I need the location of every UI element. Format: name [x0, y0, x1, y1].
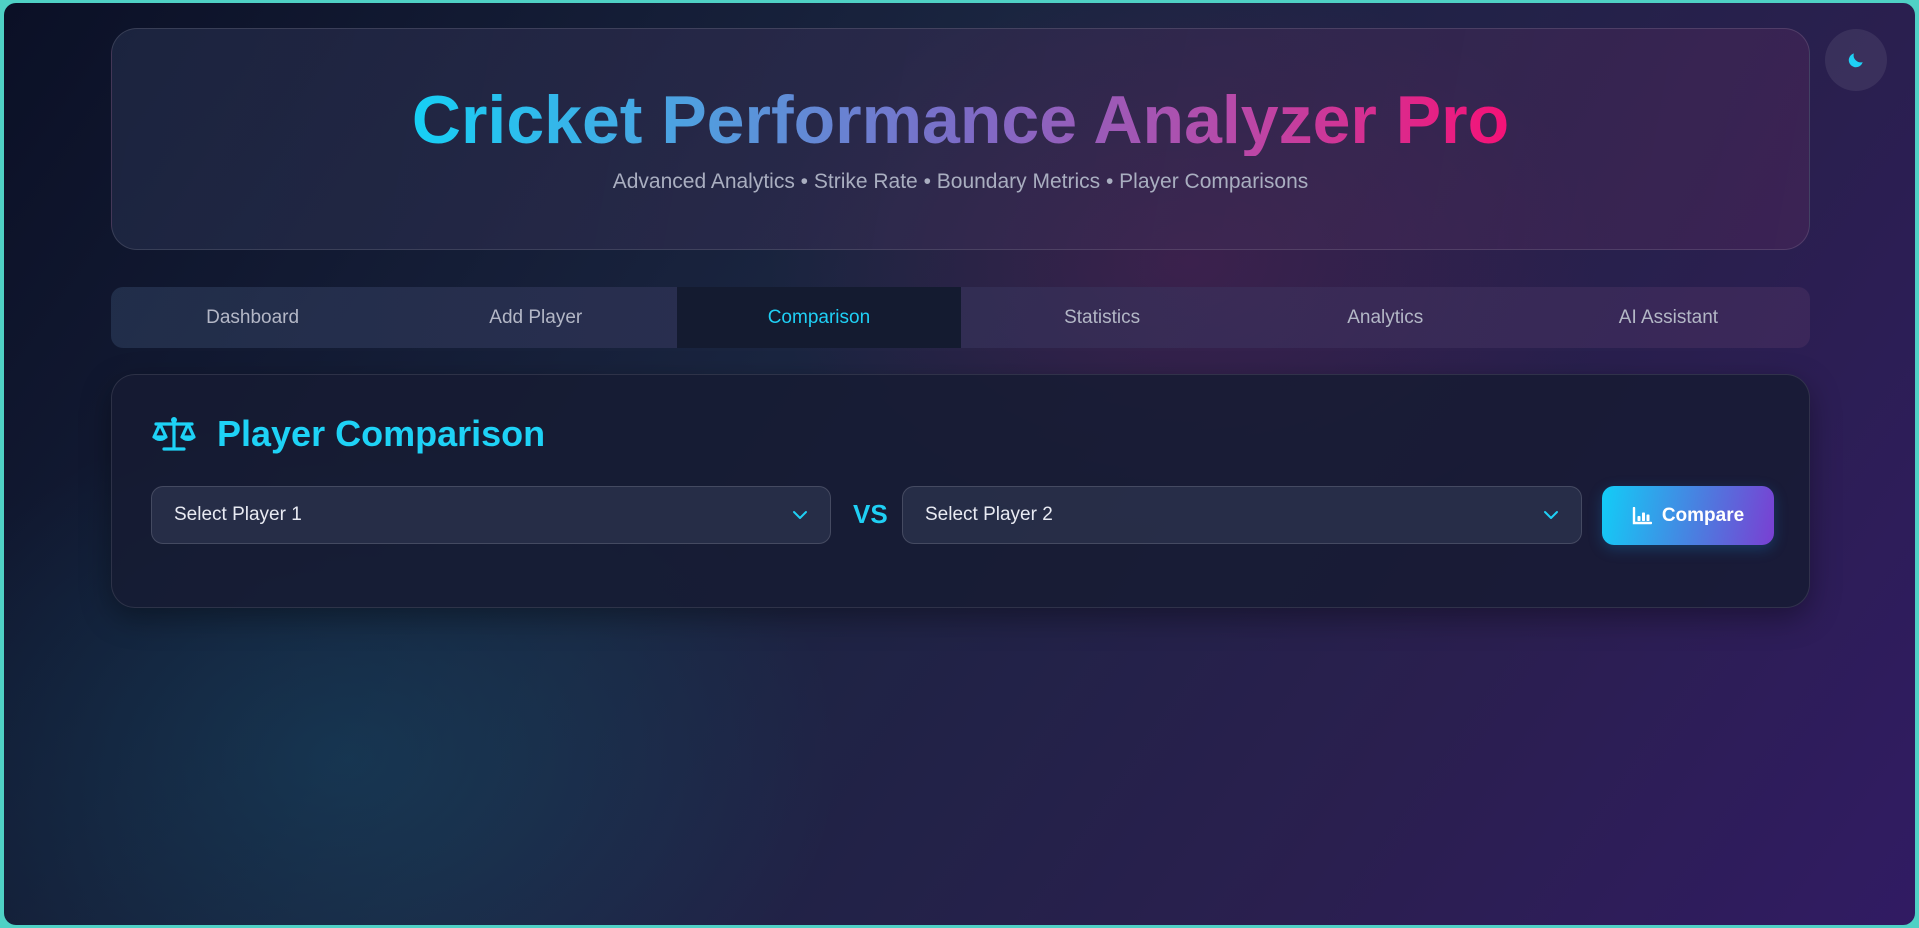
player-1-select[interactable]: Select Player 1 — [151, 486, 831, 544]
tab-dashboard[interactable]: Dashboard — [111, 287, 394, 348]
compare-button[interactable]: Compare — [1602, 486, 1774, 545]
vs-label: VS — [853, 499, 888, 529]
tab-statistics[interactable]: Statistics — [961, 287, 1244, 348]
tab-ai-assistant[interactable]: AI Assistant — [1527, 287, 1810, 348]
tab-analytics[interactable]: Analytics — [1244, 287, 1527, 348]
tab-add-player[interactable]: Add Player — [394, 287, 677, 348]
tab-bar: Dashboard Add Player Comparison Statisti… — [111, 287, 1810, 348]
chart-icon — [1632, 506, 1652, 524]
chevron-down-icon — [793, 511, 807, 519]
app-window: Cricket Performance Analyzer Pro Advance… — [4, 3, 1915, 925]
comparison-panel: Player Comparison Select Player 1 VS Sel… — [111, 374, 1810, 608]
moon-icon — [1848, 53, 1863, 68]
player-2-select-value: Select Player 2 — [925, 504, 1053, 525]
chevron-down-icon — [1544, 511, 1558, 519]
compare-button-label: Compare — [1661, 504, 1745, 526]
scale-icon — [152, 417, 196, 451]
app-title: Cricket Performance Analyzer Pro — [411, 82, 1510, 158]
tab-comparison[interactable]: Comparison — [677, 287, 961, 348]
theme-toggle-button[interactable] — [1825, 29, 1887, 91]
header-card: Cricket Performance Analyzer Pro Advance… — [111, 28, 1810, 250]
player-1-select-value: Select Player 1 — [174, 504, 302, 525]
player-2-select[interactable]: Select Player 2 — [902, 486, 1582, 544]
app-subtitle: Advanced Analytics • Strike Rate • Bound… — [612, 170, 1309, 194]
panel-title: Player Comparison — [217, 413, 546, 454]
panel-header: Player Comparison — [151, 413, 545, 455]
